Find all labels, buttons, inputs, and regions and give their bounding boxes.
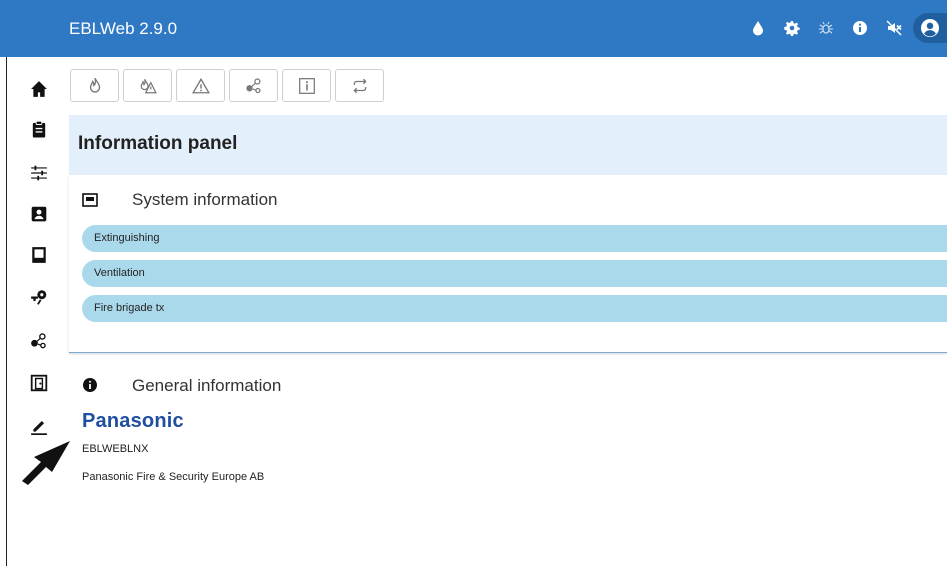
product-name: EBLWEBLNX (82, 443, 149, 455)
general-info-title: General information (132, 376, 282, 395)
info-box-button[interactable] (282, 69, 331, 102)
home-icon[interactable] (27, 77, 51, 101)
fire-icon (89, 77, 100, 93)
fire-button[interactable] (70, 69, 119, 102)
info-icon[interactable] (845, 13, 875, 43)
panel-icon[interactable] (27, 243, 51, 267)
pointer-arrow-icon (22, 441, 70, 485)
water-drop-icon[interactable] (743, 13, 773, 43)
network-icon[interactable] (27, 329, 51, 353)
sidebar (7, 57, 67, 566)
repeat-icon (352, 78, 367, 93)
system-info-card: System information Extinguishing Ventila… (69, 175, 947, 353)
system-info-title: System information (132, 190, 278, 209)
page-title: Information panel (78, 133, 238, 154)
door-icon[interactable] (27, 371, 51, 395)
quick-toolbar (70, 69, 388, 102)
info-circle-icon (83, 378, 97, 392)
gear-icon[interactable] (777, 13, 807, 43)
pen-icon[interactable] (27, 414, 51, 438)
fire-warning-button[interactable] (123, 69, 172, 102)
app-root: EBLWeb 2.9.0 Information panel System in… (0, 0, 947, 566)
header-icon-group (739, 13, 947, 43)
brand-logo: Panasonic (82, 410, 184, 432)
company-name: Panasonic Fire & Security Europe AB (82, 471, 265, 483)
key-icon[interactable] (27, 285, 51, 309)
system-item-ventilation[interactable]: Ventilation (82, 260, 947, 287)
system-item-extinguishing[interactable]: Extinguishing (82, 225, 947, 252)
user-icon[interactable] (913, 13, 947, 43)
general-info-card: General information Panasonic EBLWEBLNX … (69, 355, 947, 566)
info-box-icon (298, 77, 315, 94)
warning-icon (191, 77, 210, 93)
warning-button[interactable] (176, 69, 225, 102)
bug-icon[interactable] (811, 13, 841, 43)
window-icon (82, 193, 98, 207)
system-item-fire-brigade-tx[interactable]: Fire brigade tx (82, 295, 947, 322)
mute-icon[interactable] (879, 13, 909, 43)
network-button[interactable] (229, 69, 278, 102)
header-bar: EBLWeb 2.9.0 (0, 0, 947, 57)
contact-card-icon[interactable] (27, 202, 51, 226)
fire-warning-icon (140, 78, 157, 93)
sliders-icon[interactable] (27, 161, 51, 185)
panel-header: Information panel (69, 115, 947, 175)
repeat-button[interactable] (335, 69, 384, 102)
app-title: EBLWeb 2.9.0 (69, 19, 178, 38)
clipboard-icon[interactable] (27, 117, 51, 141)
network-icon (245, 77, 261, 93)
